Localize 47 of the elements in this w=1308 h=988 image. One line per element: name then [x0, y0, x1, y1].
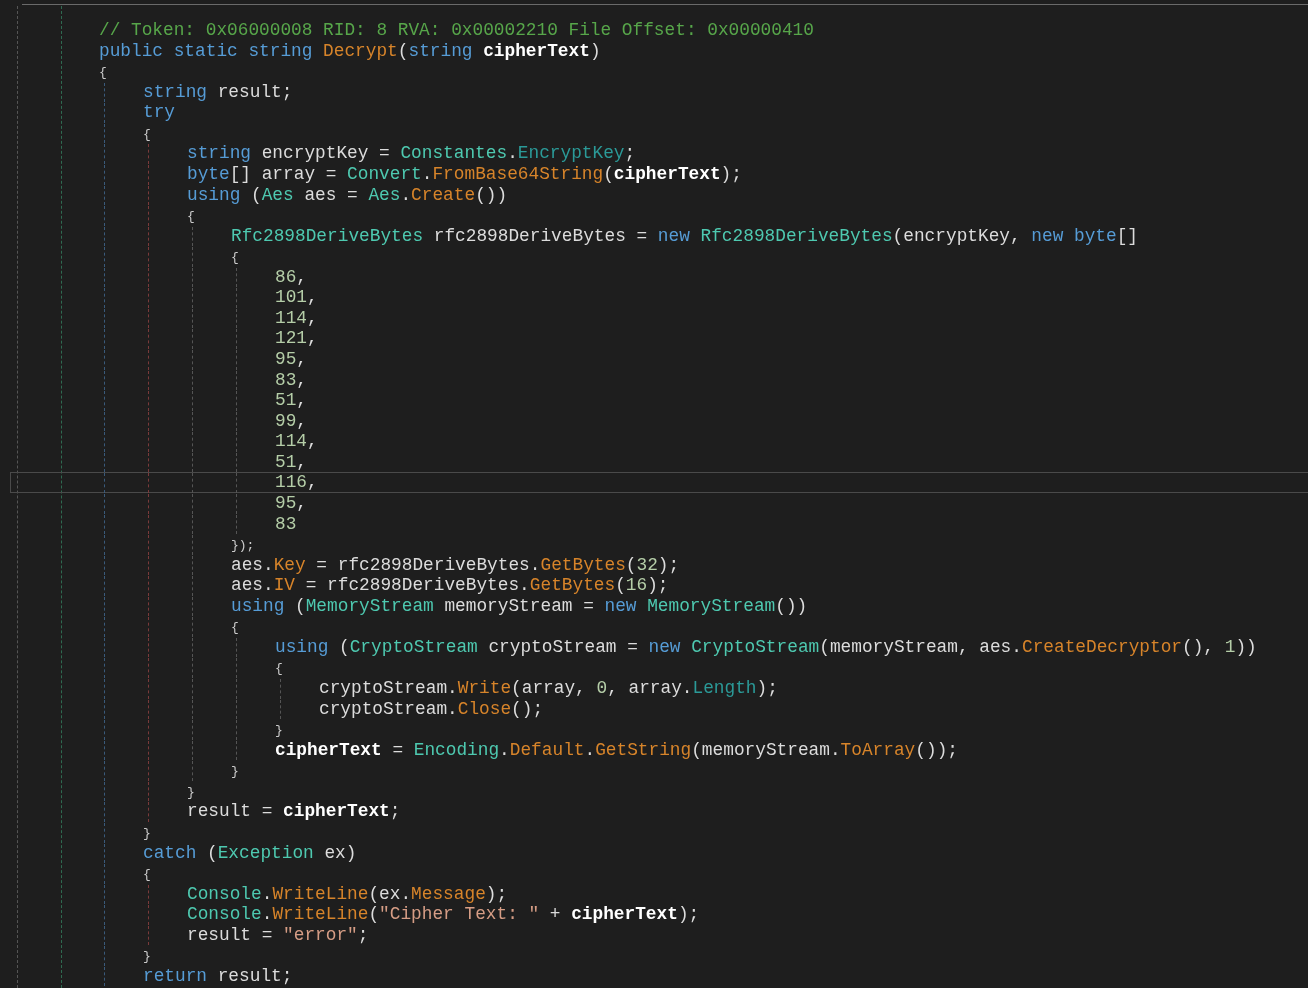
- code-line: {: [231, 249, 239, 268]
- code-line: cipherText = Encoding.Default.GetString(memoryStream.ToArray());: [275, 740, 958, 759]
- code-line: }: [187, 783, 195, 802]
- code-line: 99,: [275, 411, 307, 430]
- code-line: {: [99, 64, 107, 83]
- code-line: aes.Key = rfc2898DeriveBytes.GetBytes(32);: [231, 555, 680, 574]
- code-line: result = "error";: [187, 925, 369, 944]
- code-line: catch (Exception ex): [143, 843, 357, 862]
- code-line: {: [231, 619, 239, 638]
- code-line: 51,: [275, 452, 307, 471]
- code-line: byte[] array = Convert.FromBase64String(cipherText);: [187, 164, 742, 183]
- code-line: aes.IV = rfc2898DeriveBytes.GetBytes(16);: [231, 576, 669, 595]
- code-line: try: [143, 103, 175, 122]
- code-line: 121,: [275, 329, 318, 348]
- code-line: string encryptKey = Constantes.EncryptKey;: [187, 144, 636, 163]
- code-line: Rfc2898DeriveBytes rfc2898DeriveBytes = new Rfc2898DeriveBytes(encryptKey, new byte[]: [231, 226, 1139, 245]
- code-line: 83,: [275, 370, 307, 389]
- code-line: 116,: [275, 473, 318, 492]
- code-line: {: [187, 208, 195, 227]
- code-line: 114,: [275, 432, 318, 451]
- code-line: using (MemoryStream memoryStream = new MemoryStream()): [231, 596, 808, 615]
- code-line: cryptoStream.Write(array, 0, array.Length);: [319, 679, 778, 697]
- code-line: using (CryptoStream cryptoStream = new CryptoStream(memoryStream, aes.CreateDecryptor(), 1)): [275, 637, 1257, 656]
- code-line: {: [275, 660, 283, 679]
- code-line: public static string Decrypt(string cipherText): [99, 41, 601, 60]
- code-line: }: [143, 948, 151, 967]
- code-line: string result;: [143, 82, 293, 101]
- code-line: }: [231, 763, 239, 782]
- code-line: result = cipherText;: [187, 802, 401, 821]
- code-line: 114,: [275, 308, 318, 327]
- code-line: 83: [275, 514, 297, 533]
- code-line: {: [143, 125, 151, 144]
- code-line: using (Aes aes = Aes.Create()): [187, 185, 508, 204]
- code-line: // Token: 0x06000008 RID: 8 RVA: 0x00002210 File Offset: 0x00000410: [99, 21, 814, 39]
- code-line: }: [275, 722, 283, 741]
- code-line: return result;: [143, 966, 293, 985]
- code-line: Console.WriteLine(ex.Message);: [187, 884, 508, 903]
- code-line: });: [231, 537, 255, 556]
- code-line: {: [143, 866, 151, 885]
- code-line: 95,: [275, 350, 307, 368]
- code-line: 101,: [275, 288, 318, 307]
- code-line: Console.WriteLine("Cipher Text: " + cipherText);: [187, 905, 700, 924]
- code-line: }: [143, 824, 151, 843]
- code-line: 86,: [275, 267, 307, 286]
- code-line: 95,: [275, 493, 307, 512]
- code-line: cryptoStream.Close();: [319, 699, 544, 718]
- code-line: 51,: [275, 391, 307, 410]
